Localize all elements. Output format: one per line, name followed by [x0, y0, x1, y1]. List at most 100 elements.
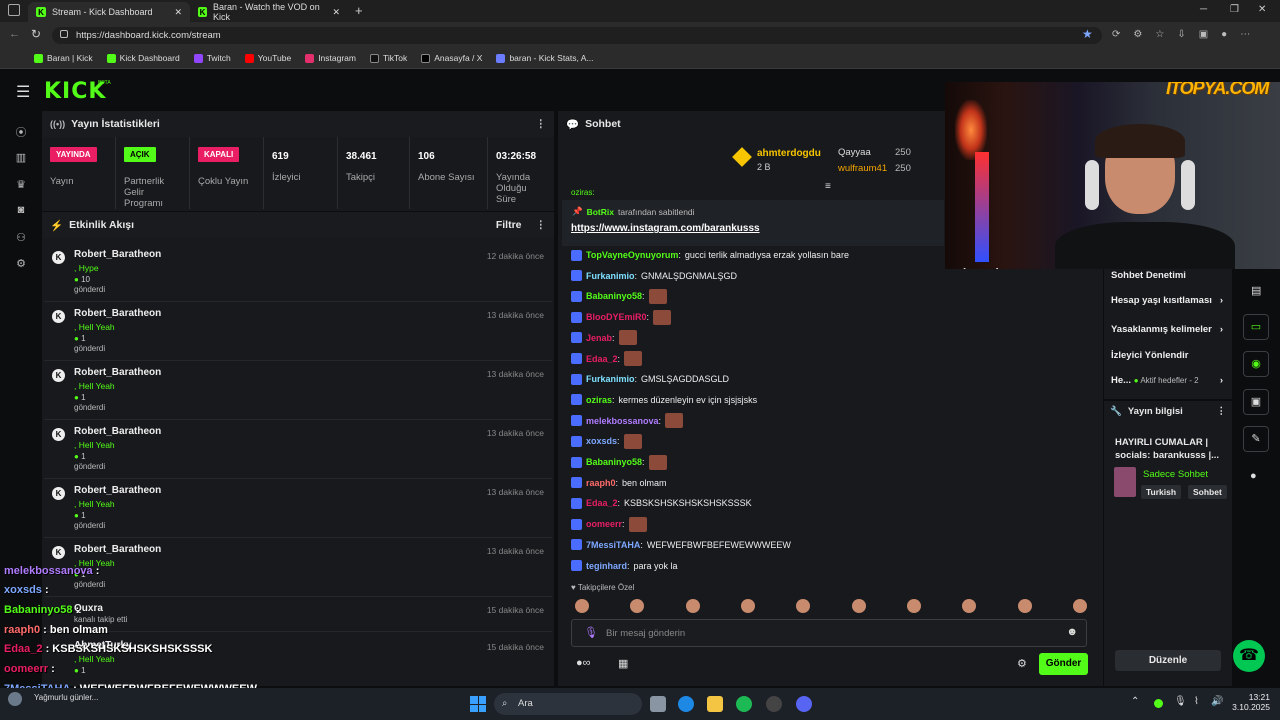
quick-emote-icon[interactable] — [630, 599, 645, 613]
bookmark-item[interactable]: YouTube — [244, 53, 291, 63]
tray-status-icon[interactable] — [1154, 699, 1163, 708]
clipboard-icon[interactable]: ▤ — [1251, 284, 1261, 297]
quick-emote-icon[interactable] — [796, 599, 811, 613]
pinned-link[interactable]: https://www.instagram.com/barankusss — [571, 223, 760, 234]
tab-stream-dashboard[interactable]: K Stream - Kick Dashboard ✕ — [28, 2, 190, 22]
volume-icon[interactable]: 🔊 — [1211, 696, 1223, 707]
chat-username[interactable]: Edaa_2 — [586, 498, 618, 508]
quick-emote-icon[interactable] — [906, 599, 921, 613]
chat-username[interactable]: Babaninyo58 — [586, 291, 642, 301]
close-window-icon[interactable]: ✕ — [1258, 4, 1266, 15]
account-age-item[interactable]: Hesap yaşı kısıtlaması › — [1111, 295, 1223, 306]
camera-icon[interactable]: ◙ — [14, 204, 28, 218]
quick-emote-icon[interactable] — [1072, 599, 1087, 613]
bookmark-item[interactable]: Baran | Kick — [34, 53, 93, 63]
wifi-icon[interactable]: ⌇ — [1194, 696, 1199, 707]
settings-gear-icon[interactable]: ⚙ — [14, 257, 28, 271]
send-button[interactable]: Gönder — [1039, 653, 1088, 675]
more-options-icon[interactable]: ⋮ — [1217, 406, 1227, 417]
favorites-icon[interactable]: ☆ — [1155, 29, 1164, 40]
layout-icon[interactable]: ▣ — [1243, 389, 1269, 415]
quick-emote-icon[interactable] — [1017, 599, 1032, 613]
task-view-icon[interactable] — [650, 696, 666, 712]
quick-emote-icon[interactable] — [740, 599, 755, 613]
steam-icon[interactable] — [766, 696, 782, 712]
clock[interactable]: 13:21 3.10.2025 — [1232, 692, 1270, 712]
chat-settings-icon[interactable]: ⚙ — [1017, 657, 1027, 670]
chat-username[interactable]: BlooDYEmiR0 — [586, 312, 647, 322]
activity-username[interactable]: Robert_Baratheon — [74, 249, 542, 260]
edit-button[interactable]: Düzenle — [1115, 650, 1221, 671]
close-icon[interactable]: ✕ — [174, 7, 182, 18]
chat-username[interactable]: Furkanimio — [586, 271, 635, 281]
quick-emote-icon[interactable] — [962, 599, 977, 613]
tag-chip[interactable]: Sohbet — [1188, 485, 1227, 499]
chat-moderation-item[interactable]: Sohbet Denetimi — [1111, 270, 1223, 281]
start-button[interactable] — [470, 696, 486, 712]
tag-chip[interactable]: Turkish — [1141, 485, 1182, 499]
chat-username[interactable]: melekbossanova — [586, 416, 659, 426]
chat-toggle-icon[interactable]: ▭ — [1243, 314, 1269, 340]
more-options-icon[interactable]: ⋮ — [536, 118, 547, 130]
tray-chevron-up-icon[interactable]: ⌃ — [1131, 696, 1139, 707]
chat-username[interactable]: oomeerr — [586, 519, 622, 529]
chat-username[interactable]: oziras — [586, 395, 612, 405]
site-info-icon[interactable] — [60, 30, 68, 38]
tab-actions-icon[interactable] — [8, 4, 20, 16]
bookmark-item[interactable]: baran - Kick Stats, A... — [496, 53, 594, 63]
quick-emote-icon[interactable] — [685, 599, 700, 613]
activity-username[interactable]: Quxra — [74, 603, 542, 614]
quick-emote-icon[interactable] — [575, 599, 589, 613]
filter-button[interactable]: Filtre — [496, 219, 522, 231]
activity-username[interactable]: Robert_Baratheon — [74, 367, 542, 378]
collections-icon[interactable]: ▣ — [1199, 29, 1208, 40]
goals-item[interactable]: He... ● Aktif hedefler - 2 › — [1111, 375, 1223, 386]
chat-username[interactable]: TopVayneOynuyorum — [586, 250, 678, 260]
bookmark-item[interactable]: TikTok — [369, 53, 407, 63]
tray-mic-icon[interactable]: 🎙 — [1174, 696, 1187, 707]
taskbar-search[interactable]: ⌕ Ara — [494, 693, 642, 715]
leader-name[interactable]: ahmterdogdu — [757, 148, 821, 159]
discord-icon[interactable] — [796, 696, 812, 712]
chart-icon[interactable]: ▥ — [14, 151, 28, 165]
bookmark-item[interactable]: Instagram — [305, 53, 356, 63]
chat-input[interactable]: 🎙 Bir mesaj gönderin ☻ — [571, 619, 1087, 647]
refresh-icon[interactable]: ⟳ — [1112, 29, 1120, 40]
tab-vod[interactable]: K Baran - Watch the VOD on Kick ✕ — [190, 2, 348, 22]
new-tab-icon[interactable]: + — [355, 3, 363, 18]
favorite-star-icon[interactable]: ★ — [1082, 27, 1093, 41]
download-icon[interactable]: ⇩ — [1177, 29, 1185, 40]
minimize-icon[interactable]: ─ — [1200, 4, 1207, 15]
shop-icon[interactable]: ▦ — [618, 657, 628, 670]
activity-username[interactable]: Robert_Baratheon — [74, 544, 542, 555]
refresh-icon[interactable]: ↻ — [31, 27, 41, 41]
maximize-icon[interactable]: ❐ — [1230, 4, 1239, 15]
broadcast-toggle-icon[interactable]: ◉ — [1243, 351, 1269, 377]
chevron-down-icon[interactable]: ≡ — [825, 181, 831, 192]
tool-icon[interactable]: ✎ — [1243, 426, 1269, 452]
trophy-icon[interactable]: ♛ — [14, 178, 28, 192]
bookmark-item[interactable]: Twitch — [193, 53, 231, 63]
support-headset-icon[interactable]: ☎ — [1233, 640, 1265, 672]
chat-username[interactable]: Furkanimio — [586, 374, 635, 384]
quick-emote-icon[interactable] — [851, 599, 866, 613]
hamburger-menu-icon[interactable]: ☰ — [16, 82, 30, 102]
chat-username[interactable]: raaph0 — [586, 478, 616, 488]
broadcast-icon[interactable]: ⦿ — [14, 124, 28, 139]
chat-username[interactable]: 7MessiTAHA — [586, 540, 640, 550]
weather-text[interactable]: Yağmurlu günler... — [34, 693, 98, 702]
menu-dots-icon[interactable]: ⋯ — [1240, 29, 1250, 40]
users-icon[interactable]: ⚇ — [14, 231, 28, 245]
leader-name[interactable]: Qayyaa — [838, 147, 871, 158]
profile-avatar-icon[interactable]: ● — [1221, 29, 1227, 40]
activity-username[interactable]: Robert_Baratheon — [74, 485, 542, 496]
activity-username[interactable]: Robert_Baratheon — [74, 308, 542, 319]
points-icon[interactable]: ● — [1250, 470, 1257, 482]
viewer-redirect-item[interactable]: İzleyici Yönlendir — [1111, 350, 1223, 361]
bookmark-item[interactable]: Anasayfa / X — [421, 53, 482, 63]
category-name[interactable]: Sadece Sohbet — [1143, 469, 1208, 480]
banned-words-item[interactable]: Yasaklanmış kelimeler › — [1111, 324, 1223, 335]
chat-username[interactable]: xoxsds — [586, 436, 617, 446]
chat-username[interactable]: Babaninyo58 — [586, 457, 642, 467]
close-icon[interactable]: ✕ — [332, 7, 340, 18]
